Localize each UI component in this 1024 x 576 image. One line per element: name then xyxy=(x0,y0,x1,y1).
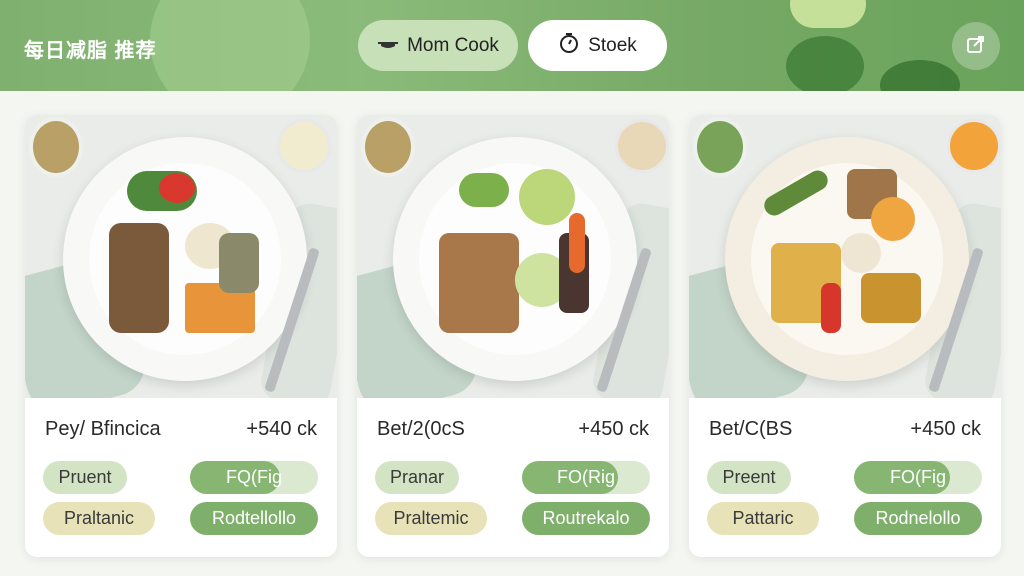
header-decoration xyxy=(150,0,310,91)
pot-icon xyxy=(377,36,399,56)
side-bowl xyxy=(693,117,747,177)
fiber-tag[interactable]: FO(Rig xyxy=(522,461,650,494)
recipe-card[interactable]: Bet/2(0cS +450 ck Pranar FO(Rig Praltemi… xyxy=(357,115,669,557)
side-bowl xyxy=(361,117,415,177)
cucumber-decoration xyxy=(880,60,960,91)
dish-name: Pey/ Bfincica xyxy=(45,418,161,440)
category-tag[interactable]: Pattaric xyxy=(707,502,819,535)
stopwatch-icon xyxy=(558,32,580,59)
mom-cook-button[interactable]: Mom Cook xyxy=(358,20,518,71)
lime-slice-decoration xyxy=(790,0,866,28)
cook-tag[interactable]: Routrekalo xyxy=(522,502,650,535)
share-icon xyxy=(965,33,987,60)
calorie-label: +540 ck xyxy=(246,418,317,440)
stock-label: Stoek xyxy=(588,34,637,56)
dish-name: Bet/C(BS xyxy=(709,418,793,440)
recipe-photo xyxy=(25,115,337,398)
drink-glass xyxy=(277,119,331,173)
fiber-tag-label: FO(Rig xyxy=(557,467,615,487)
plate xyxy=(393,137,637,381)
fiber-tag-label: FO(Fig xyxy=(890,467,946,487)
mom-cook-label: Mom Cook xyxy=(407,34,499,56)
stock-button[interactable]: Stoek xyxy=(528,20,667,71)
category-tag[interactable]: Praltanic xyxy=(43,502,155,535)
brussels-sprout-decoration xyxy=(786,36,864,91)
cook-tag[interactable]: Rodnelollo xyxy=(854,502,982,535)
recipe-card[interactable]: Bet/C(BS +450 ck Preent FO(Fig Pattaric … xyxy=(689,115,1001,557)
plate xyxy=(63,137,307,381)
top-header: 每日减脂 推荐 Mom Cook Stoek xyxy=(0,0,1024,91)
recipe-card[interactable]: Pey/ Bfincica +540 ck Pruent FQ(Fig Pral… xyxy=(25,115,337,557)
plate xyxy=(725,137,969,381)
side-bowl xyxy=(29,117,83,177)
orange-slice xyxy=(947,119,1001,173)
recipe-photo xyxy=(357,115,669,398)
calorie-label: +450 ck xyxy=(910,418,981,440)
calorie-label: +450 ck xyxy=(578,418,649,440)
share-button[interactable] xyxy=(952,22,1000,70)
protein-tag[interactable]: Pranar xyxy=(375,461,459,494)
app-title: 每日减脂 推荐 xyxy=(24,40,157,62)
fiber-tag-label: FQ(Fig xyxy=(226,467,282,487)
protein-tag[interactable]: Preent xyxy=(707,461,791,494)
cook-tag[interactable]: Rodtellollo xyxy=(190,502,318,535)
protein-tag[interactable]: Pruent xyxy=(43,461,127,494)
recipe-photo xyxy=(689,115,1001,398)
fiber-tag[interactable]: FO(Fig xyxy=(854,461,982,494)
category-tag[interactable]: Praltemic xyxy=(375,502,487,535)
side-bowl-nuts xyxy=(615,119,669,173)
dish-name: Bet/2(0cS xyxy=(377,418,465,440)
fiber-tag[interactable]: FQ(Fig xyxy=(190,461,318,494)
